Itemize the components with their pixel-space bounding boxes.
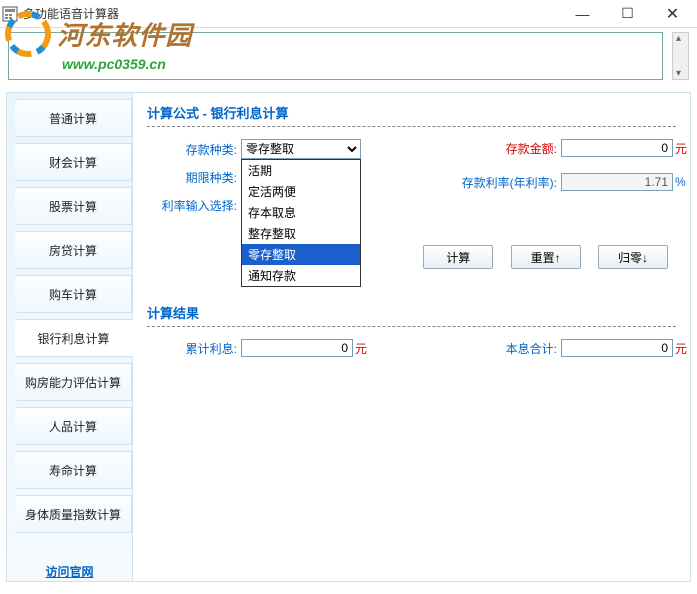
rate-label: 存款利率(年利率): <box>447 174 557 191</box>
tab-car[interactable]: 购车计算 <box>15 275 132 313</box>
rate-input-label: 利率输入选择: <box>147 197 237 214</box>
rate-input[interactable] <box>561 173 673 191</box>
dropdown-option[interactable]: 定活两便 <box>242 181 360 202</box>
calc-button[interactable]: 计算 <box>423 245 493 269</box>
rate-unit: % <box>675 175 686 189</box>
interest-output <box>241 339 353 357</box>
total-unit: 元 <box>675 340 687 357</box>
titlebar: 多功能语音计算器 — ☐ ✕ <box>0 0 697 28</box>
interest-label: 累计利息: <box>147 340 237 357</box>
amount-input[interactable] <box>561 139 673 157</box>
expression-input[interactable] <box>8 32 663 80</box>
dropdown-option[interactable]: 整存整取 <box>242 223 360 244</box>
app-icon <box>2 6 18 22</box>
divider <box>147 326 676 327</box>
tab-bmi[interactable]: 身体质量指数计算 <box>15 495 132 533</box>
expression-area <box>8 32 689 88</box>
window-title: 多功能语音计算器 <box>23 5 560 22</box>
divider <box>147 126 676 127</box>
close-button[interactable]: ✕ <box>650 0 695 28</box>
amount-label: 存款金额: <box>447 140 557 157</box>
visit-website-link[interactable]: 访问官网 <box>45 565 93 579</box>
term-type-label: 期限种类: <box>147 169 237 186</box>
minimize-button[interactable]: — <box>560 0 605 28</box>
tab-mortgage[interactable]: 房贷计算 <box>15 231 132 269</box>
dropdown-option[interactable]: 存本取息 <box>242 202 360 223</box>
scrollbar[interactable] <box>672 32 689 80</box>
formula-title: 计算公式 - 银行利息计算 <box>147 103 676 122</box>
content-panel: 计算公式 - 银行利息计算 存款种类: 零存整取 期限种类: 利率输入选择: 活… <box>132 92 691 582</box>
dropdown-option-selected[interactable]: 零存整取 <box>242 244 360 265</box>
deposit-type-label: 存款种类: <box>147 141 237 158</box>
deposit-type-select[interactable]: 零存整取 <box>241 139 361 159</box>
tab-renpin[interactable]: 人品计算 <box>15 407 132 445</box>
side-tabs: 普通计算 财会计算 股票计算 房贷计算 购车计算 银行利息计算 购房能力评估计算… <box>6 92 132 582</box>
tab-normal[interactable]: 普通计算 <box>15 99 132 137</box>
tab-house-afford[interactable]: 购房能力评估计算 <box>15 363 132 401</box>
amount-unit: 元 <box>675 140 687 157</box>
total-output <box>561 339 673 357</box>
deposit-type-dropdown[interactable]: 活期 定活两便 存本取息 整存整取 零存整取 通知存款 <box>241 159 361 287</box>
tab-life[interactable]: 寿命计算 <box>15 451 132 489</box>
tab-stock[interactable]: 股票计算 <box>15 187 132 225</box>
tab-bank-interest[interactable]: 银行利息计算 <box>15 319 133 357</box>
dropdown-option[interactable]: 活期 <box>242 160 360 181</box>
maximize-button[interactable]: ☐ <box>605 0 650 28</box>
result-title: 计算结果 <box>147 303 676 322</box>
interest-unit: 元 <box>355 340 367 357</box>
total-label: 本息合计: <box>447 340 557 357</box>
reset-button[interactable]: 重置↑ <box>511 245 581 269</box>
zero-button[interactable]: 归零↓ <box>598 245 668 269</box>
tab-accounting[interactable]: 财会计算 <box>15 143 132 181</box>
dropdown-option[interactable]: 通知存款 <box>242 265 360 286</box>
